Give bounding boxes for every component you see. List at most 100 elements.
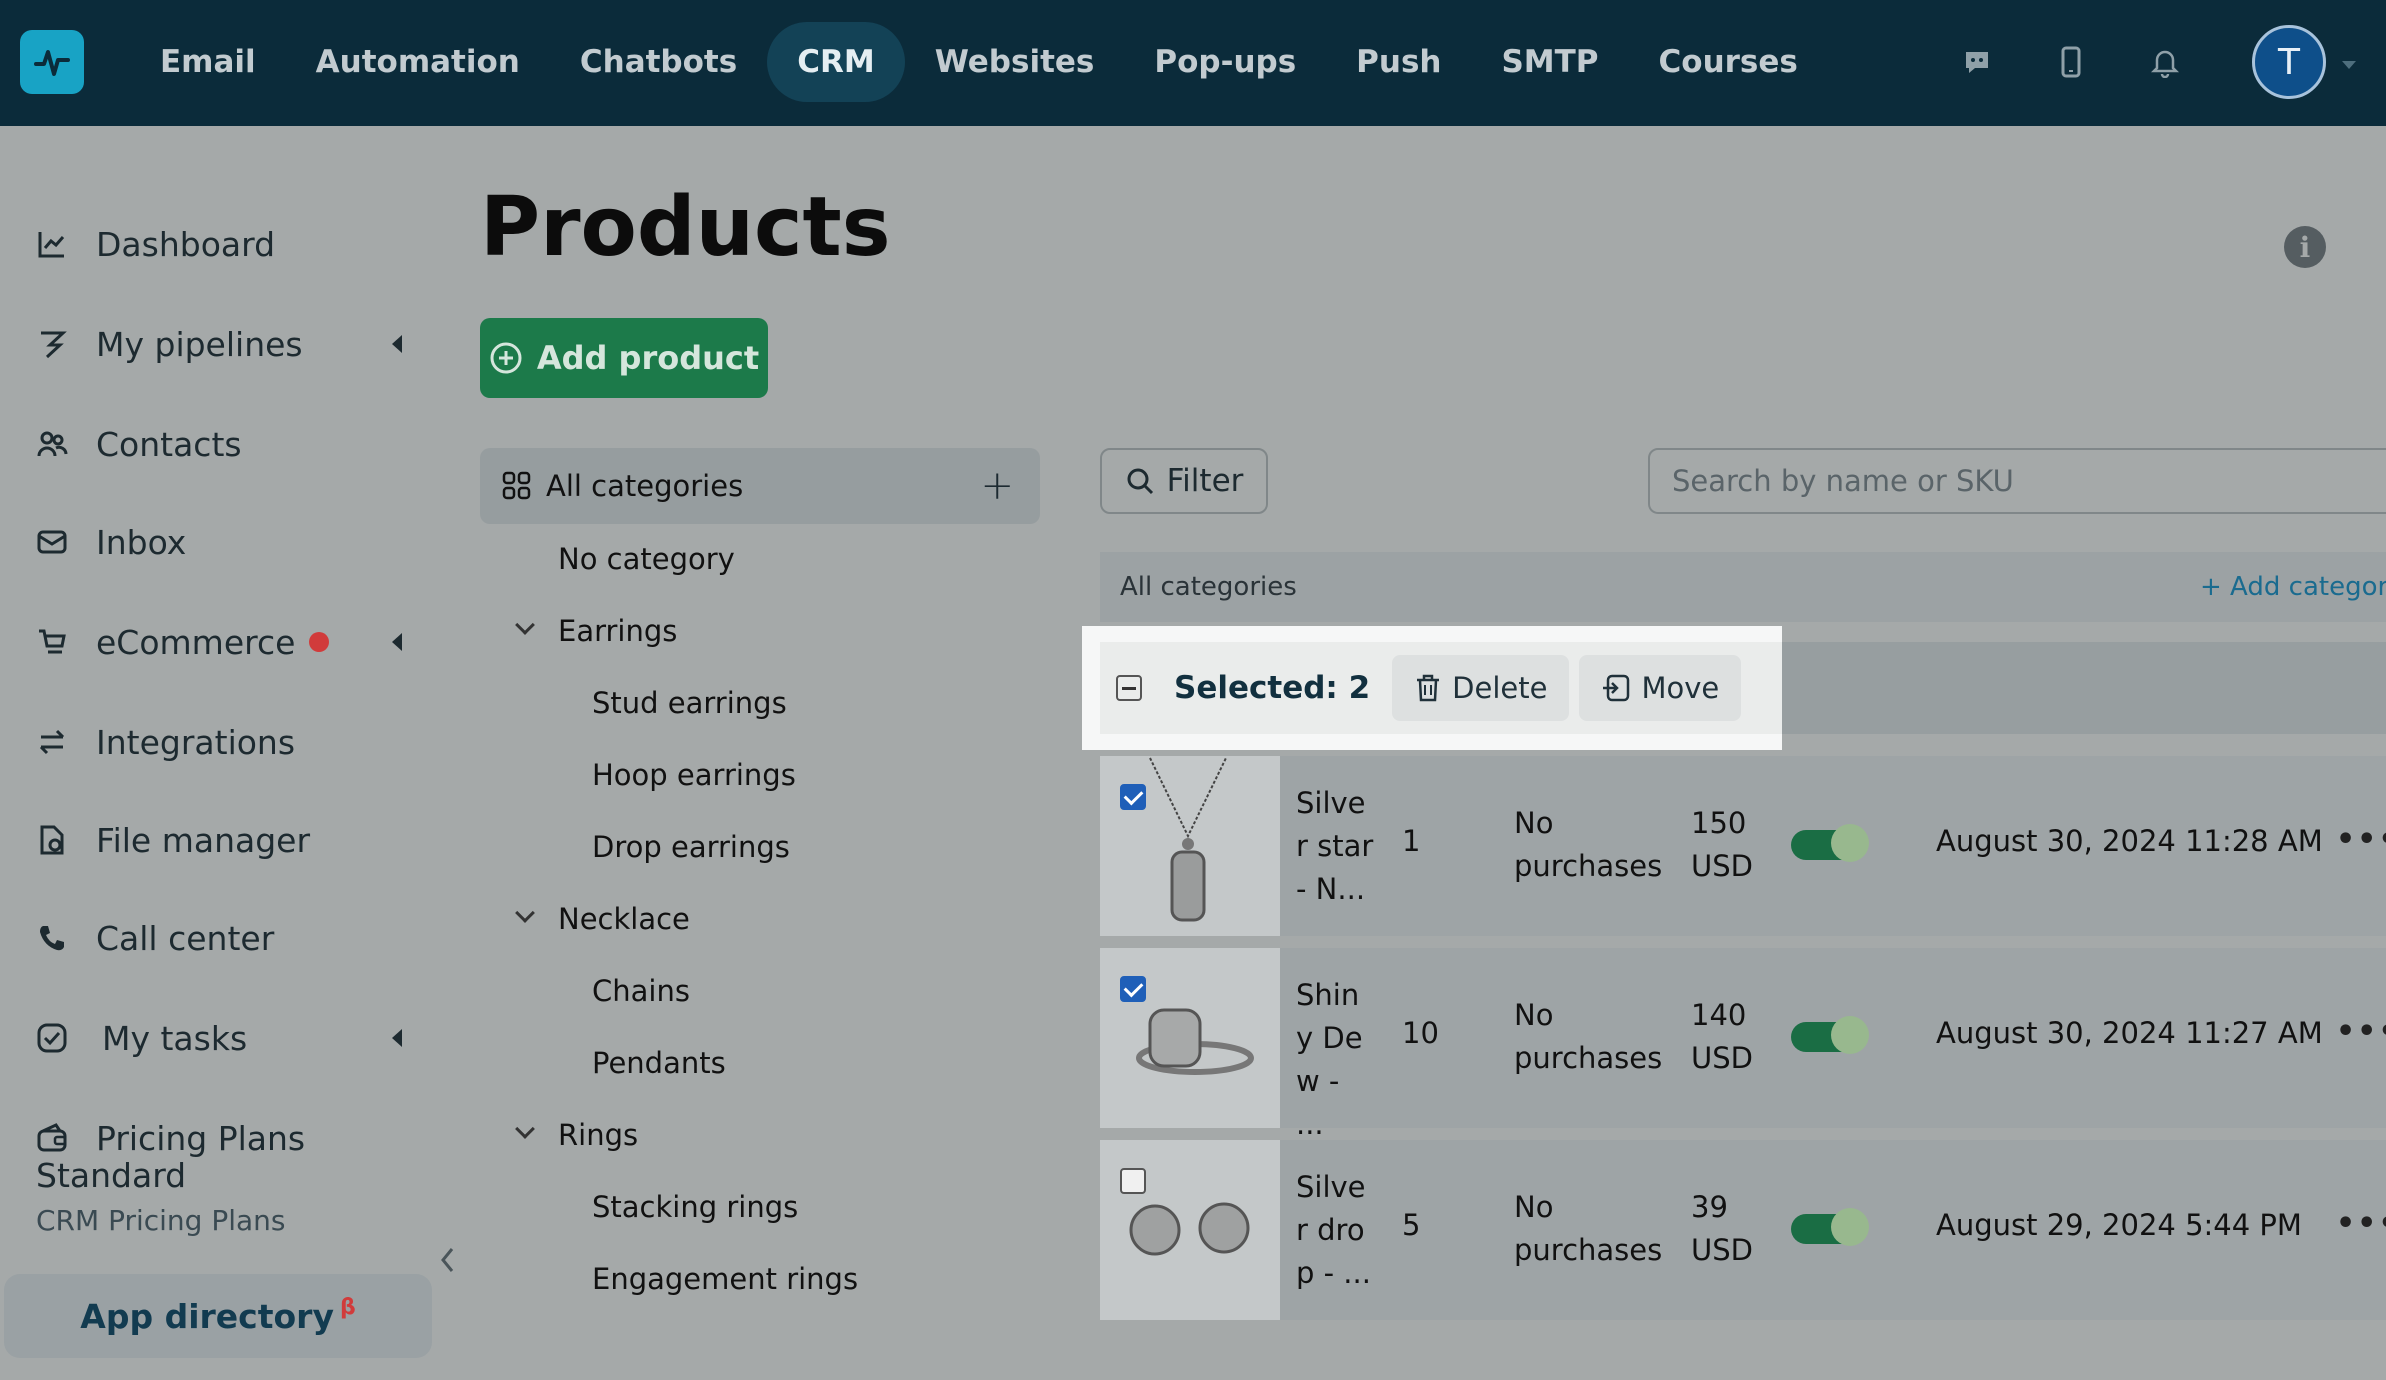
selection-toolbar: Selected: 2 Delete Move	[1082, 626, 1782, 750]
caret-left-icon[interactable]	[392, 335, 402, 353]
caret-left-icon[interactable]	[392, 633, 402, 651]
sidebar-item-ecommerce[interactable]: eCommerce	[32, 612, 402, 672]
chat-icon[interactable]	[1930, 22, 2024, 102]
product-date: August 30, 2024 11:28 AM	[1936, 824, 2323, 858]
sidebar-item-label: Integrations	[96, 722, 296, 762]
product-name[interactable]: Silver drop - ...	[1296, 1166, 1376, 1295]
plan-subtitle: CRM Pricing Plans	[36, 1204, 286, 1237]
nav-crm[interactable]: CRM	[767, 22, 905, 102]
category-stud-earrings[interactable]: Stud earrings	[592, 686, 787, 720]
sidebar-item-label: Inbox	[96, 522, 187, 562]
category-chains[interactable]: Chains	[592, 974, 690, 1008]
chevron-down-icon[interactable]	[515, 903, 535, 923]
chevron-down-icon[interactable]	[515, 1119, 535, 1139]
filter-button[interactable]: Filter	[1100, 448, 1268, 514]
product-name[interactable]: Silver star - N...	[1296, 782, 1376, 911]
nav-chatbots[interactable]: Chatbots	[550, 22, 767, 102]
chevron-down-icon[interactable]	[515, 615, 535, 635]
category-drop-earrings[interactable]: Drop earrings	[592, 830, 790, 864]
caret-left-icon[interactable]	[392, 1029, 402, 1047]
category-necklace[interactable]: Necklace	[558, 902, 690, 936]
add-product-button[interactable]: Add product	[480, 318, 768, 398]
wallet-icon	[32, 1118, 72, 1158]
chevron-down-icon[interactable]	[2342, 61, 2356, 69]
table-row[interactable]: Shiny Dew - ... 10 No purchases 140 USD …	[1100, 948, 2386, 1141]
table-row[interactable]: Silver star - N... 1 No purchases 150 US…	[1100, 756, 2386, 936]
add-category-link[interactable]: + Add category	[2200, 572, 2386, 602]
app-logo-icon[interactable]	[20, 30, 84, 94]
more-options-icon[interactable]: •••	[2336, 822, 2386, 857]
more-options-icon[interactable]: •••	[2336, 1014, 2386, 1049]
category-engagement-rings[interactable]: Engagement rings	[592, 1262, 858, 1296]
app-directory-label: App directory	[80, 1296, 334, 1336]
product-name[interactable]: Shiny Dew - ...	[1296, 974, 1376, 1146]
user-menu[interactable]: T	[2212, 25, 2356, 99]
row-checkbox[interactable]	[1120, 976, 1146, 1002]
bell-icon[interactable]	[2118, 22, 2212, 102]
sidebar-item-integrations[interactable]: Integrations	[32, 712, 402, 772]
sidebar-item-call-center[interactable]: Call center	[32, 908, 402, 968]
nav-smtp[interactable]: SMTP	[1471, 22, 1628, 102]
category-no-category[interactable]: No category	[558, 542, 735, 576]
mobile-icon[interactable]	[2024, 22, 2118, 102]
sidebar-item-contacts[interactable]: Contacts	[32, 414, 402, 474]
beta-badge: β	[339, 1294, 356, 1320]
search-input[interactable]: Search by name or SKU	[1648, 448, 2386, 514]
cart-icon	[32, 622, 72, 662]
move-button[interactable]: Move	[1579, 655, 1742, 721]
pipeline-icon	[32, 324, 72, 364]
category-pendants[interactable]: Pendants	[592, 1046, 726, 1080]
sidebar-item-label: My pipelines	[96, 324, 303, 364]
category-earrings[interactable]: Earrings	[558, 614, 677, 648]
filter-label: Filter	[1166, 463, 1244, 499]
category-hoop-earrings[interactable]: Hoop earrings	[592, 758, 796, 792]
nav-courses[interactable]: Courses	[1629, 22, 1828, 102]
search-icon	[1127, 468, 1153, 495]
contacts-icon	[32, 424, 72, 464]
product-active-toggle[interactable]	[1791, 1016, 1869, 1054]
nav-push[interactable]: Push	[1326, 22, 1471, 102]
sidebar-item-label: Call center	[96, 918, 275, 958]
grid-icon	[502, 471, 531, 500]
notification-dot	[309, 632, 330, 652]
breadcrumb: All categories	[1120, 572, 1297, 602]
product-quantity: 5	[1402, 1208, 1421, 1242]
product-quantity: 1	[1402, 824, 1421, 858]
all-categories-item[interactable]: All categories +	[480, 448, 1040, 524]
row-checkbox[interactable]	[1120, 1168, 1146, 1194]
product-price: 39 USD	[1691, 1190, 1753, 1267]
plan-name: Standard	[36, 1156, 187, 1195]
product-purchases: No purchases	[1514, 806, 1663, 883]
nav-automation[interactable]: Automation	[286, 22, 550, 102]
top-actions: T	[1930, 22, 2356, 102]
product-active-toggle[interactable]	[1791, 1208, 1869, 1246]
sidebar-item-my-tasks[interactable]: My tasks	[32, 1008, 402, 1068]
app-directory-button[interactable]: App directory β	[4, 1274, 432, 1358]
category-stacking-rings[interactable]: Stacking rings	[592, 1190, 798, 1224]
product-image	[1100, 1140, 1280, 1320]
delete-button[interactable]: Delete	[1392, 655, 1570, 721]
file-icon	[32, 820, 72, 860]
row-checkbox[interactable]	[1120, 784, 1146, 810]
move-label: Move	[1641, 671, 1720, 705]
nav-email[interactable]: Email	[130, 22, 286, 102]
sidebar-item-dashboard[interactable]: Dashboard	[32, 214, 402, 274]
more-options-icon[interactable]: •••	[2336, 1206, 2386, 1241]
sidebar-item-inbox[interactable]: Inbox	[32, 512, 402, 572]
add-category-plus-icon[interactable]: +	[980, 466, 1014, 506]
category-rings[interactable]: Rings	[558, 1118, 638, 1152]
sidebar-item-file-manager[interactable]: File manager	[32, 810, 402, 870]
chart-icon	[32, 224, 72, 264]
product-active-toggle[interactable]	[1791, 824, 1869, 862]
product-image	[1100, 756, 1280, 936]
sidebar-item-my-pipelines[interactable]: My pipelines	[32, 314, 402, 374]
table-row[interactable]: Silver drop - ... 5 No purchases 39 USD …	[1100, 1140, 2386, 1320]
nav-popups[interactable]: Pop-ups	[1124, 22, 1326, 102]
info-icon[interactable]: i	[2284, 226, 2326, 268]
avatar[interactable]: T	[2252, 25, 2326, 99]
select-all-checkbox[interactable]	[1116, 675, 1142, 701]
sidebar-item-label: Contacts	[96, 424, 242, 464]
nav-websites[interactable]: Websites	[905, 22, 1125, 102]
main-nav: Email Automation Chatbots CRM Websites P…	[130, 22, 1828, 102]
collapse-sidebar-button[interactable]	[430, 1242, 466, 1278]
